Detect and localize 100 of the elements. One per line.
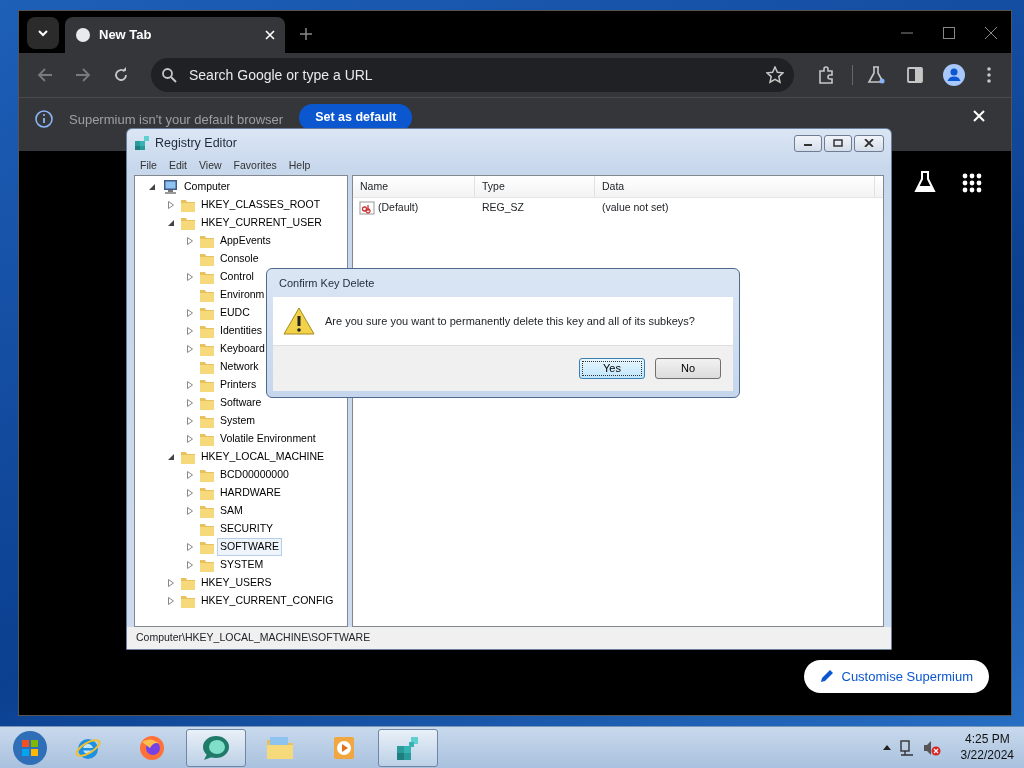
expand-icon[interactable] [185, 308, 195, 318]
expand-icon[interactable] [166, 578, 176, 588]
expand-icon[interactable] [185, 326, 195, 336]
customise-button[interactable]: Customise Supermium [803, 659, 989, 693]
column-header[interactable]: Data [595, 176, 875, 197]
collapse-icon[interactable] [166, 218, 176, 228]
tree-item[interactable]: HKEY_LOCAL_MACHINE [199, 449, 327, 465]
expand-icon[interactable] [185, 272, 195, 282]
chevron-up-icon[interactable] [882, 745, 891, 750]
tree-item[interactable]: HKEY_CURRENT_CONFIG [199, 593, 336, 609]
folder-icon [199, 485, 215, 501]
expand-icon[interactable] [185, 416, 195, 426]
taskbar-button[interactable] [186, 728, 246, 767]
dialog-button[interactable]: No [655, 358, 721, 379]
folder-icon [199, 431, 215, 447]
expand-icon[interactable] [185, 488, 195, 498]
new-tab-icon[interactable] [299, 27, 313, 41]
tree-item[interactable]: Identities [218, 323, 265, 339]
expand-icon[interactable] [185, 506, 195, 516]
set-default-button[interactable]: Set as default [299, 104, 413, 131]
network-icon[interactable] [898, 739, 915, 756]
tree-item[interactable]: Printers [218, 377, 259, 393]
folder-icon [199, 413, 215, 429]
back-icon[interactable] [37, 67, 53, 83]
star-icon[interactable] [766, 66, 784, 84]
collapse-icon[interactable] [166, 452, 176, 462]
tree-item[interactable]: System [218, 413, 257, 429]
menu-item[interactable]: View [193, 158, 228, 174]
expand-icon[interactable] [185, 236, 195, 246]
tree-item[interactable]: HARDWARE [218, 485, 283, 501]
folder-icon [199, 287, 215, 303]
menu-icon[interactable] [987, 67, 991, 83]
expand-icon[interactable] [166, 200, 176, 210]
tree-item[interactable]: EUDC [218, 305, 252, 321]
expand-icon[interactable] [185, 470, 195, 480]
address-bar[interactable]: Search Google or type a URL [151, 58, 794, 92]
expand-icon[interactable] [185, 434, 195, 444]
folder-icon [199, 251, 215, 267]
expand-icon[interactable] [166, 596, 176, 606]
maximize-icon [833, 139, 843, 147]
tree-item[interactable]: BCD00000000 [218, 467, 291, 483]
tree-item[interactable]: Keyboard [218, 341, 267, 357]
status-path: Computer\HKEY_LOCAL_MACHINE\SOFTWARE [136, 630, 371, 646]
tree-item[interactable]: SAM [218, 503, 245, 519]
puzzle-icon[interactable] [818, 66, 836, 84]
folder-icon [199, 305, 215, 321]
expand-icon[interactable] [185, 380, 195, 390]
chat-bubble-icon [202, 733, 230, 762]
string-value-icon [359, 200, 375, 216]
tree-item[interactable]: Volatile Environment [218, 431, 318, 447]
column-header[interactable]: Type [475, 176, 595, 197]
collapse-icon[interactable] [147, 182, 157, 192]
tree-item[interactable]: Control [218, 269, 256, 285]
browser-tab[interactable]: New Tab [65, 17, 285, 53]
tree-item[interactable]: Console [218, 251, 261, 267]
expand-icon[interactable] [185, 542, 195, 552]
reload-icon[interactable] [113, 67, 129, 83]
minimize-button[interactable] [794, 134, 822, 152]
side-panel-icon[interactable] [907, 67, 923, 83]
folder-icon [199, 233, 215, 249]
apps-grid-icon[interactable] [962, 173, 982, 193]
tree-item[interactable]: SOFTWARE [218, 539, 282, 555]
dialog-title: Confirm Key Delete [279, 275, 375, 291]
maximize-button[interactable] [824, 134, 852, 152]
tab-search-button[interactable] [27, 17, 59, 49]
tree-item[interactable]: HKEY_CURRENT_USER [199, 215, 324, 231]
menu-item[interactable]: File [134, 158, 163, 174]
expand-icon[interactable] [185, 398, 195, 408]
tree-item[interactable]: HKEY_USERS [199, 575, 274, 591]
taskbar-button[interactable] [378, 728, 438, 767]
menu-item[interactable]: Help [282, 158, 317, 174]
cubes-icon [134, 135, 150, 151]
tree-item[interactable]: HKEY_CLASSES_ROOT [199, 197, 323, 213]
flask-icon[interactable] [867, 66, 885, 84]
menu-item[interactable]: Edit [162, 158, 193, 174]
tree-item[interactable]: Environm [218, 287, 267, 303]
tree-item[interactable]: Computer [182, 179, 233, 195]
clock-time[interactable]: 4:25 PM [964, 731, 1010, 748]
avatar-icon[interactable] [943, 64, 965, 86]
expand-icon[interactable] [185, 344, 195, 354]
table-cell: (Default) [378, 200, 419, 216]
folder-icon [199, 323, 215, 339]
close-icon[interactable] [985, 27, 997, 39]
dialog-button[interactable]: Yes [579, 358, 645, 379]
menu-item[interactable]: Favorites [227, 158, 283, 174]
tree-item[interactable]: Network [218, 359, 261, 375]
close-button[interactable] [854, 134, 884, 152]
computer-icon [161, 179, 179, 195]
tree-item[interactable]: Software [218, 395, 264, 411]
column-header[interactable]: Name [353, 176, 475, 197]
maximize-icon[interactable] [943, 27, 955, 39]
windows-orb-icon [12, 729, 48, 766]
expand-icon[interactable] [185, 560, 195, 570]
clock-date[interactable]: 3/22/2024 [960, 747, 1014, 764]
folder-icon [199, 521, 215, 537]
tree-item[interactable]: SECURITY [218, 521, 276, 537]
tree-item[interactable]: AppEvents [218, 233, 273, 249]
tree-item[interactable]: SYSTEM [218, 557, 266, 573]
forward-icon[interactable] [75, 67, 91, 83]
volume-muted-icon[interactable] [922, 739, 941, 756]
